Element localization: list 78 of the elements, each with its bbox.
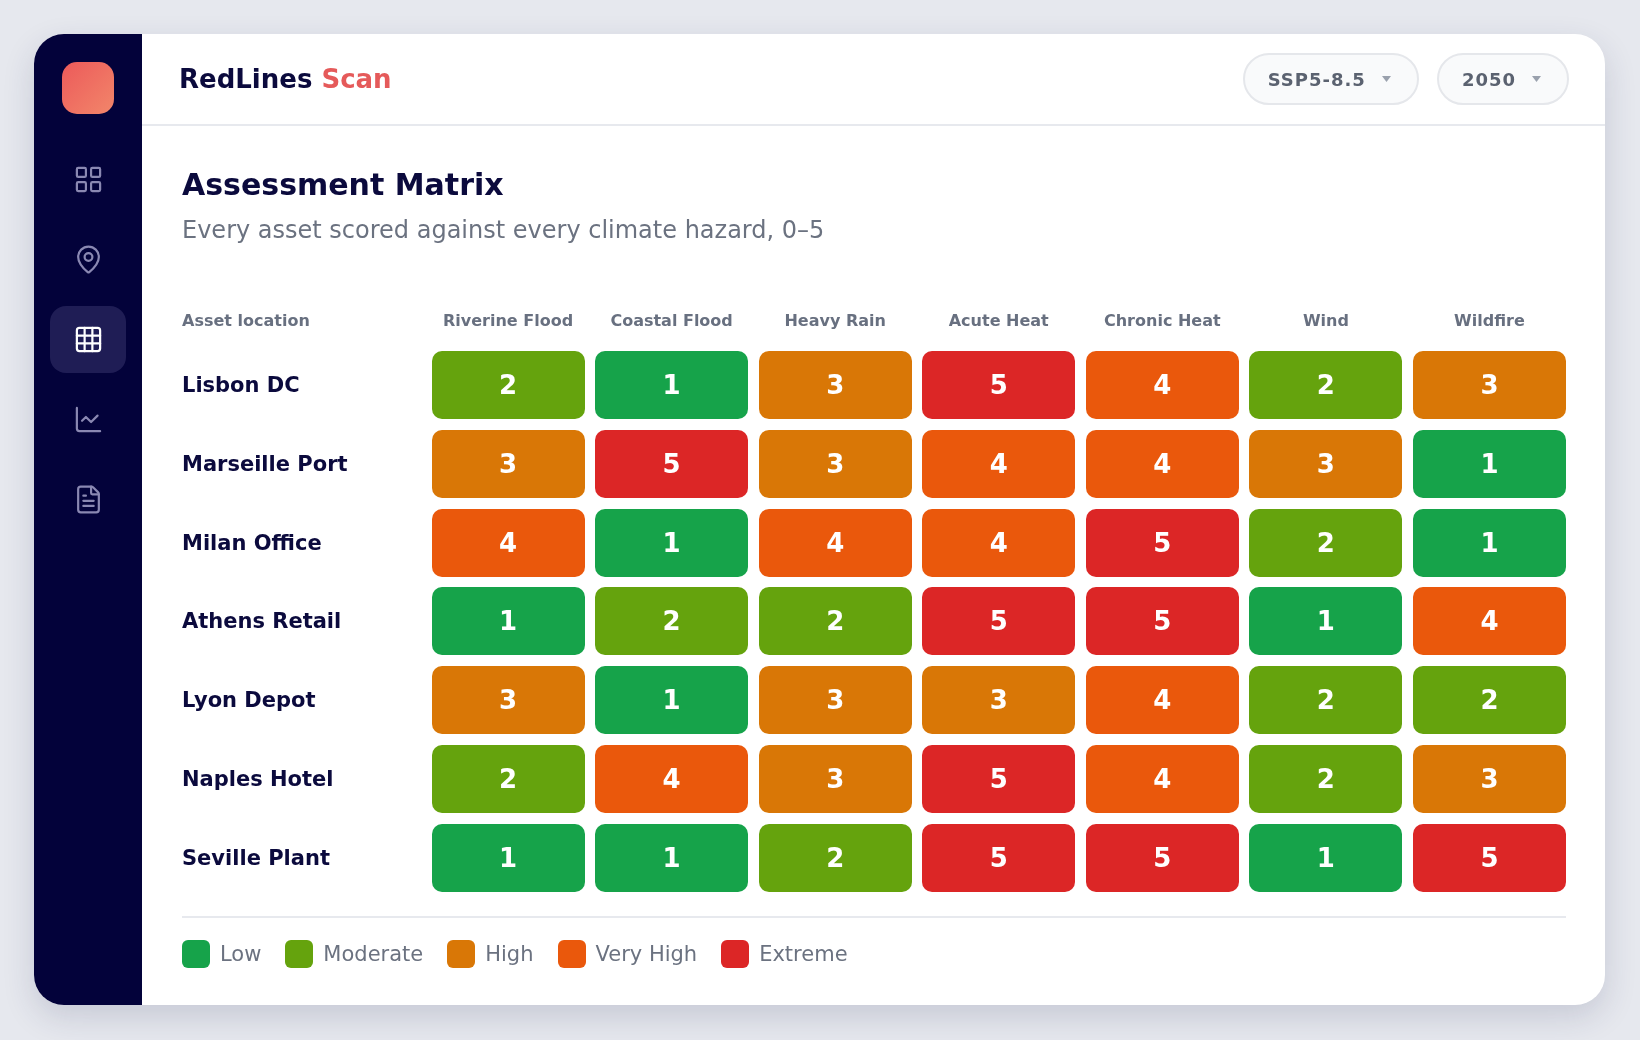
caret-icon	[1532, 76, 1541, 82]
score-cell: 1	[1249, 823, 1403, 892]
score-cell: 4	[922, 508, 1076, 577]
score-cell: 5	[922, 351, 1076, 419]
score-cell: 4	[1085, 666, 1239, 735]
score-cell: 2	[431, 351, 585, 419]
score-cell: 3	[1412, 351, 1566, 419]
column-header: Riverine Flood	[442, 310, 574, 332]
column-header: Asset location	[182, 310, 310, 332]
score-cell: 2	[1249, 666, 1403, 735]
score-cell: 3	[758, 351, 912, 419]
score-cell: 1	[595, 666, 749, 735]
score-cell: 4	[922, 429, 1076, 498]
app-logo-icon[interactable]	[62, 62, 114, 114]
score-cell: 5	[1085, 508, 1239, 577]
page-title: Assessment Matrix	[182, 166, 504, 204]
score-cell: 3	[1249, 429, 1403, 498]
score-cell: 4	[1085, 745, 1239, 813]
asset-name: Naples Hotel	[182, 766, 334, 793]
score-cell: 5	[1412, 823, 1566, 892]
score-cell: 5	[922, 745, 1076, 813]
column-header: Wind	[1302, 310, 1349, 332]
column-header: Wildfire	[1454, 310, 1525, 332]
score-cell: 3	[758, 745, 912, 813]
score-cell: 2	[758, 587, 912, 656]
score-cell: 3	[1412, 745, 1566, 813]
score-cell: 1	[431, 823, 585, 892]
score-cell: 1	[431, 587, 585, 656]
column-header: Chronic Heat	[1104, 310, 1221, 332]
score-cell: 3	[431, 666, 585, 735]
column-header: Heavy Rain	[784, 310, 886, 332]
column-header: Acute Heat	[948, 310, 1049, 332]
asset-name: Lyon Depot	[182, 687, 316, 715]
score-cell: 4	[1085, 351, 1239, 419]
score-cell: 2	[595, 587, 749, 656]
legend-label: Moderate	[323, 940, 424, 968]
score-cell: 2	[1249, 745, 1403, 813]
legend-label: Very High	[595, 940, 698, 968]
column-header: Coastal Flood	[610, 310, 733, 332]
score-cell: 1	[595, 351, 749, 419]
score-cell: 2	[1249, 508, 1403, 577]
score-cell: 1	[1412, 508, 1566, 577]
score-cell: 5	[1085, 823, 1239, 892]
filter-dropdown[interactable]: 2050	[1436, 53, 1569, 105]
score-cell: 3	[758, 666, 912, 735]
score-cell: 2	[1249, 351, 1403, 419]
score-cell: 3	[758, 429, 912, 498]
score-cell: 3	[431, 429, 585, 498]
score-cell: 4	[431, 508, 585, 577]
score-cell: 5	[595, 429, 749, 498]
score-cell: 5	[1085, 587, 1239, 656]
asset-name: Marseille Port	[182, 450, 348, 478]
score-cell: 2	[1412, 666, 1566, 735]
legend-label: High	[485, 940, 534, 968]
score-cell: 2	[431, 745, 585, 813]
score-cell: 5	[922, 587, 1076, 656]
legend-label: Extreme	[759, 940, 848, 968]
asset-name: Athens Retail	[182, 608, 342, 636]
score-cell: 1	[1412, 429, 1566, 498]
sidebar-nav-button[interactable]	[50, 306, 126, 373]
brand-title: RedLines Scan	[179, 64, 392, 94]
asset-name: Lisbon DC	[182, 372, 300, 399]
score-cell: 4	[595, 745, 749, 813]
score-cell: 4	[1412, 587, 1566, 656]
score-cell: 1	[1249, 587, 1403, 656]
score-cell: 4	[758, 508, 912, 577]
caret-icon	[1381, 76, 1391, 82]
asset-name: Milan Office	[182, 529, 322, 557]
score-cell: 1	[595, 823, 749, 892]
score-cell: 4	[1085, 429, 1239, 498]
score-cell: 3	[922, 666, 1076, 735]
asset-name: Seville Plant	[182, 844, 330, 872]
score-cell: 1	[595, 508, 749, 577]
legend-label: Low	[220, 940, 262, 968]
page-subtitle: Every asset scored against every climate hazard, 0–5	[182, 215, 825, 245]
filter-dropdown[interactable]: SSP5-8.5	[1242, 53, 1419, 105]
score-cell: 2	[758, 823, 912, 892]
score-cell: 5	[922, 823, 1076, 892]
